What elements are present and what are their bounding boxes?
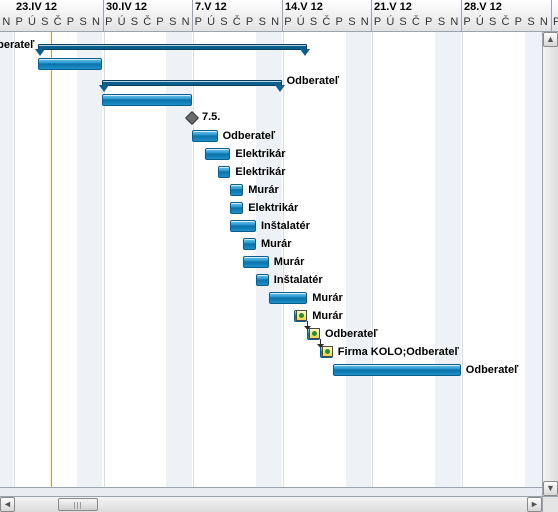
weekday-letter: S [435,16,448,32]
vertical-scrollbar[interactable]: ▲ ▼ [542,32,558,496]
week-label: 30.IV 12 [106,1,147,14]
weekday-letter: N [269,16,282,32]
weekday-letter: Ú [294,16,307,32]
weekday-letter: P [102,16,115,32]
task-label: Odberateľ [287,75,340,88]
gantt-task-bar[interactable] [333,364,461,376]
task-label: Elektrikár [235,148,285,161]
gantt-chart: OdberateľOdberateľ7.5.OdberateľElektriká… [0,32,558,488]
task-label: Odberateľ [0,39,34,52]
weekday-letter: P [154,16,167,32]
weekday-letter: Č [499,16,512,32]
weekday-letter: P [550,16,558,32]
task-label: Murár [274,256,305,269]
gantt-task-bar[interactable] [218,166,231,178]
weekday-letter: N [179,16,192,32]
weekday-letter: S [77,16,90,32]
weekday-letter: S [307,16,320,32]
gantt-summary-bar[interactable] [38,44,307,50]
weekday-letter: P [512,16,525,32]
weekday-letter: Ú [115,16,128,32]
task-label: Odberateľ [466,364,519,377]
resource-icon [309,328,320,339]
gantt-task-bar[interactable] [230,184,243,196]
task-label: Odberateľ [325,328,378,341]
gantt-task-bar[interactable] [205,148,231,160]
resource-icon [322,346,333,357]
week-label: 21.V 12 [374,1,412,14]
weekday-letter: S [486,16,499,32]
scroll-corner [542,496,558,512]
scroll-left-button[interactable]: ◄ [0,497,15,512]
weekday-letter: P [461,16,474,32]
weekday-letter: Č [320,16,333,32]
week-label: 23.IV 12 [16,1,57,14]
task-label: Murár [248,184,279,197]
scroll-down-button[interactable]: ▼ [543,481,558,496]
timeline-header: 23.IV 12 30.IV 12 7.V 12 14.V 12 21.V 12 28.V… [0,0,558,32]
gantt-task-bar[interactable] [256,274,269,286]
scroll-thumb[interactable] [58,498,98,511]
horizontal-scrollbar[interactable]: ◄ ► [0,496,542,512]
weekday-letter: P [13,16,26,32]
weekday-letter: S [397,16,410,32]
weekday-letter: S [166,16,179,32]
weekday-letter: P [192,16,205,32]
task-label: Odberateľ [223,130,276,143]
week-label: 14.V 12 [285,1,323,14]
weekday-letter: Ú [473,16,486,32]
weekday-letter: P [282,16,295,32]
gantt-task-bar[interactable] [192,130,218,142]
task-label: Murár [261,238,292,251]
gantt-task-bar[interactable] [230,202,243,214]
weekday-letter: N [448,16,461,32]
weekday-letter: S [128,16,141,32]
weekday-letter: S [256,16,269,32]
weekday-letter: P [333,16,346,32]
weekday-letter: Č [141,16,154,32]
weekday-letter: S [346,16,359,32]
gantt-summary-bar[interactable] [102,80,281,86]
weekday-letter: Ú [205,16,218,32]
gantt-task-bar[interactable] [102,94,192,106]
task-label: 7.5. [202,111,220,124]
weekday-letter: P [371,16,384,32]
weekday-letter: Č [410,16,423,32]
week-label: 7.V 12 [195,1,227,14]
task-label: Firma KOLO;Odberateľ [338,346,459,359]
weekday-letter: P [422,16,435,32]
weekday-letter: P [243,16,256,32]
task-label: Murár [312,292,343,305]
scroll-right-button[interactable]: ► [527,497,542,512]
week-label: 28.V 12 [464,1,502,14]
weekday-letter: S [218,16,231,32]
weekday-letter: S [525,16,538,32]
gantt-task-bar[interactable] [269,292,307,304]
weekday-letter: Ú [26,16,39,32]
resource-icon [296,310,307,321]
task-label: Inštalatér [274,274,323,287]
weekday-letter: N [0,16,13,32]
task-label: Murár [312,310,343,323]
weekday-letter: N [358,16,371,32]
weekday-letter: Č [230,16,243,32]
gantt-task-bar[interactable] [230,220,256,232]
task-label: Elektrikár [235,166,285,179]
weekday-letter: N [537,16,550,32]
task-label: Inštalatér [261,220,310,233]
gantt-task-bar[interactable] [243,256,269,268]
task-label: Elektrikár [248,202,298,215]
weekday-letter: Ú [384,16,397,32]
weekday-letter: Č [51,16,64,32]
today-line [51,32,52,487]
scroll-up-button[interactable]: ▲ [543,32,558,47]
gantt-task-bar[interactable] [38,58,102,70]
weekday-letter: P [64,16,77,32]
weekday-letter: N [90,16,103,32]
gantt-task-bar[interactable] [243,238,256,250]
weekday-letter: S [38,16,51,32]
